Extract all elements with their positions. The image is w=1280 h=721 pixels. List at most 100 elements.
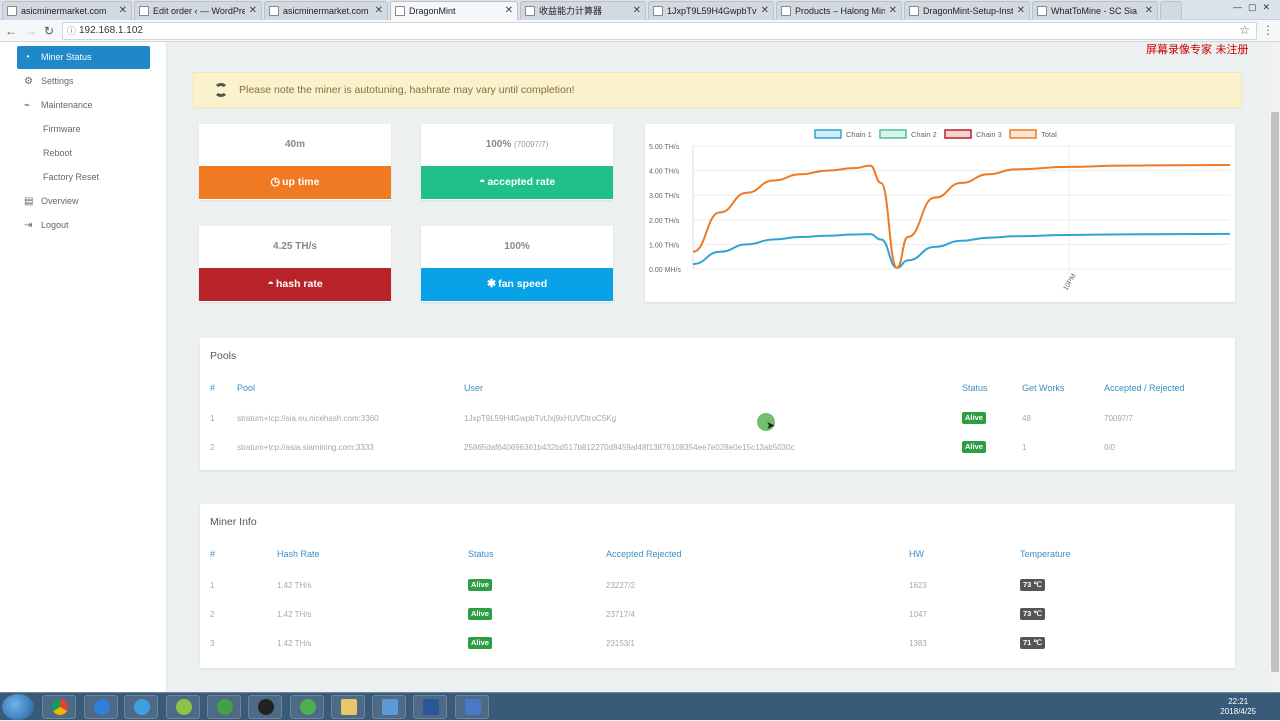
sidebar-item-miner-status[interactable]: ◔ Miner Status [17, 46, 150, 69]
miner-cell: 23153/1 [606, 639, 635, 648]
sidebar-item-logout[interactable]: ⇥ Logout [17, 214, 150, 237]
legend-label: Chain 1 [846, 130, 872, 139]
miner-cell: 23227/2 [606, 581, 635, 590]
close-tab-icon[interactable]: ✕ [761, 2, 769, 20]
sidebar-item-overview[interactable]: ▤ Overview [17, 190, 150, 213]
mouse-cursor-highlight: ➤ [757, 413, 775, 432]
reload-icon[interactable]: ↻ [42, 23, 56, 39]
legend-swatch [814, 129, 842, 139]
close-tab-icon[interactable]: ✕ [375, 2, 383, 20]
pools-cell: stratum+tcp://asia.siamining.com:3333 [237, 443, 374, 452]
ie-taskbar-button[interactable] [84, 695, 118, 719]
gears-icon: ⚙ [24, 76, 33, 87]
browser-tab-1[interactable]: asicminermarket.com ✕ [2, 1, 132, 20]
close-tab-icon[interactable]: ✕ [119, 2, 127, 20]
close-tab-icon[interactable]: ✕ [1017, 2, 1025, 20]
browser-tab-9[interactable]: WhatToMine - SC Sia ✕ [1032, 1, 1158, 20]
spinner-icon [214, 83, 228, 97]
url-input[interactable]: ⓘ 192.168.1.102 [62, 22, 1257, 40]
sidebar-item-reboot[interactable]: Reboot [17, 142, 150, 165]
explorer-taskbar-button[interactable] [331, 695, 365, 719]
miner-cell: 3 [210, 639, 215, 648]
legend-swatch [879, 129, 907, 139]
chrome-taskbar-button[interactable] [42, 695, 76, 719]
close-tab-icon[interactable]: ✕ [505, 2, 513, 20]
qq-taskbar-button[interactable] [248, 695, 282, 719]
sidebar-item-settings[interactable]: ⚙ Settings [17, 70, 150, 93]
miner-cell: 1 [210, 581, 215, 590]
new-tab-button[interactable] [1160, 1, 1182, 20]
back-arrow-icon[interactable]: ← [4, 23, 18, 39]
pools-header: User [464, 383, 484, 393]
database-icon: ▤ [24, 196, 34, 207]
browser-tab-5[interactable]: 收益能力计算器 ✕ [520, 1, 646, 20]
scrollbar-thumb[interactable] [1271, 112, 1279, 672]
forward-arrow-icon[interactable]: → [24, 23, 38, 39]
miner-cell: 71 ℃ [1020, 637, 1045, 649]
sidebar-item-firmware[interactable]: Firmware [17, 118, 150, 141]
close-tab-icon[interactable]: ✕ [249, 2, 257, 20]
start-button[interactable] [2, 694, 34, 720]
miner-cell: 73 ℃ [1020, 579, 1045, 591]
browser-tab-8[interactable]: DragonMint-Setup-Instructions✕ [904, 1, 1030, 20]
window-controls[interactable]: —▢✕ [1233, 2, 1276, 13]
browser-tab-3[interactable]: asicminermarket.com ✕ [264, 1, 388, 20]
pools-cell: 1 [1022, 443, 1027, 452]
pools-cell: stratum+tcp://sia.eu.nicehash.com:3360 [237, 414, 379, 423]
browser-tab-6[interactable]: 1JxpT9L59H4GwpbTvtJ ✕ [648, 1, 774, 20]
pools-cell: 70097/7 [1104, 414, 1133, 423]
legend-swatch [944, 129, 972, 139]
app-taskbar-button-4[interactable] [455, 695, 489, 719]
bookmark-star-icon[interactable]: ☆ [1239, 23, 1250, 37]
logout-icon: ⇥ [24, 220, 33, 231]
miner-header: Hash Rate [277, 549, 320, 559]
system-tray[interactable]: 22:21 2018/4/25 [1110, 693, 1280, 721]
y-tick-label: 1.00 TH/s [649, 242, 680, 249]
pools-cell: Alive [962, 441, 986, 453]
word-taskbar-button[interactable] [413, 695, 447, 719]
fan-speed-card: 100% ✱ fan speed [421, 226, 613, 302]
app-icon [382, 699, 398, 715]
plug-icon: ⌁ [24, 100, 31, 111]
gauge-icon: ◓ [267, 278, 274, 290]
clock[interactable]: 22:21 2018/4/25 [1220, 697, 1256, 717]
sidebar-item-maintenance[interactable]: ⌁ Maintenance [17, 94, 150, 117]
browser-tab-7[interactable]: Products – Halong Mining✕ [776, 1, 902, 20]
app-taskbar-button-1[interactable] [166, 695, 200, 719]
browser-tab-dragonmint[interactable]: DragonMint ✕ [390, 1, 518, 20]
pools-header: Accepted / Rejected [1104, 383, 1185, 393]
miner-header: Status [468, 549, 494, 559]
app-taskbar-button-2[interactable] [207, 695, 241, 719]
close-tab-icon[interactable]: ✕ [1145, 2, 1153, 20]
hashrate-chart-svg: 0.00 MH/s 1.00 TH/s 2.00 TH/s 3.00 TH/s 4.00… [649, 129, 1231, 292]
close-tab-icon[interactable]: ✕ [889, 2, 897, 20]
miner-cell: 1.42 TH/s [277, 581, 312, 590]
browser-tab-2[interactable]: Edit order ‹ — WordPress✕ [134, 1, 262, 20]
sidebar-item-factory-reset[interactable]: Factory Reset [17, 166, 150, 189]
main-content: Please note the miner is autotuning, has… [167, 42, 1270, 692]
app-taskbar-button-3[interactable] [372, 695, 406, 719]
asterisk-icon: ✱ [486, 278, 497, 290]
page-icon [1037, 6, 1047, 16]
miner-cell: 2 [210, 610, 215, 619]
y-tick-label: 2.00 TH/s [649, 218, 680, 225]
miner-header: Accepted Rejected [606, 549, 682, 559]
miner-cell: 1623 [909, 581, 927, 590]
close-tab-icon[interactable]: ✕ [633, 2, 641, 20]
pools-header: Status [962, 383, 988, 393]
pools-header: # [210, 383, 216, 393]
legend-label: Total [1041, 130, 1057, 139]
browser-menu-icon[interactable]: ⋮ [1262, 23, 1274, 37]
ie2-taskbar-button[interactable] [124, 695, 158, 719]
pools-cell: 1 [210, 414, 215, 423]
legend-label: Chain 2 [911, 130, 937, 139]
pools-title: Pools [210, 350, 237, 362]
miner-cell: 1.42 TH/s [277, 610, 312, 619]
page-scrollbar[interactable] [1270, 42, 1280, 692]
wechat-taskbar-button[interactable] [290, 695, 324, 719]
app-icon [217, 699, 233, 715]
accepted-rate-card: 100% (70097/7) ◓ accepted rate [421, 124, 613, 200]
miner-cell: 1047 [909, 610, 927, 619]
pools-panel: Pools # Pool User Status Get Works Accepted /… [200, 338, 1235, 470]
pools-header: Get Works [1022, 383, 1065, 393]
